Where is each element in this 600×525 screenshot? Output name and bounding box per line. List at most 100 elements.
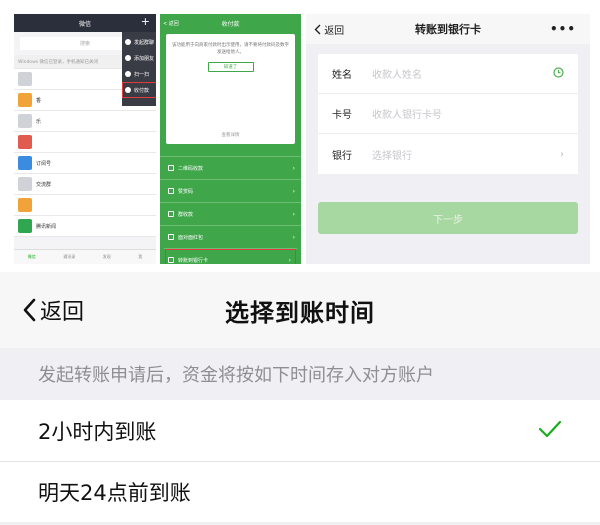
list-item-label: 二维码收款 — [178, 165, 204, 172]
arrival-nav-bar: 返回 选择到账时间 — [0, 272, 600, 348]
clock-icon[interactable] — [553, 66, 564, 81]
tab-me[interactable]: 我 — [138, 254, 142, 260]
scan-icon — [125, 71, 131, 77]
menu-item-label: 添加朋友 — [134, 55, 155, 62]
avatar — [18, 114, 32, 128]
chevron-right-icon: › — [292, 210, 295, 218]
qr-icon — [168, 165, 174, 171]
checkmark-icon — [538, 420, 562, 438]
menu-item-group-chat[interactable]: 发起群聊 — [122, 34, 156, 50]
tab-chats[interactable]: 微信 — [28, 254, 36, 260]
card-number-label: 卡号 — [332, 110, 352, 121]
chat-name: 交流群 — [36, 181, 52, 188]
next-step-button[interactable]: 下一步 — [318, 202, 578, 234]
chat-name: 订阅号 — [36, 160, 52, 167]
menu-item-label: 扫一扫 — [134, 71, 150, 78]
security-notice: 该功能用于向商家付款时出示使用，请不要将付款码及数字发送给他人。 — [172, 43, 289, 55]
chevron-right-icon: › — [292, 233, 295, 241]
transfer-form: 姓名 收款人姓名 卡号 收款人银行卡号 银行 选择银行 › — [318, 54, 578, 174]
card-number-input[interactable]: 收款人银行卡号 — [372, 106, 442, 121]
chat-icon — [125, 39, 131, 45]
back-button[interactable]: 返回 — [314, 22, 344, 37]
menu-item-label: 发起群聊 — [134, 39, 155, 46]
chevron-right-icon: › — [288, 256, 291, 264]
payment-code-card: 该功能用于向商家付款时出示使用，请不要将付款码及数字发送给他人。 知道了 查看详… — [166, 34, 295, 144]
more-icon[interactable]: ••• — [550, 22, 576, 36]
plus-dropdown-menu: 发起群聊 添加朋友 扫一扫 收付款 — [122, 32, 156, 106]
bank-label: 银行 — [332, 150, 352, 162]
page-title: 选择到账时间 — [225, 298, 375, 327]
list-item-label: 面对面红包 — [178, 234, 204, 241]
back-button[interactable]: 返回 — [22, 294, 84, 326]
name-input[interactable]: 收款人姓名 — [372, 66, 422, 81]
chevron-right-icon: › — [292, 187, 295, 195]
name-label: 姓名 — [332, 70, 352, 81]
card-number-field-row: 卡号 收款人银行卡号 — [318, 94, 578, 134]
list-item-qr-receive[interactable]: 二维码收款 › — [160, 156, 301, 179]
option-next-day[interactable]: 明天24点前到账 — [0, 461, 600, 522]
chevron-right-icon: › — [292, 164, 295, 172]
list-item-reward-code[interactable]: 赞赏码 › — [160, 179, 301, 202]
avatar — [18, 93, 32, 107]
add-user-icon — [125, 55, 131, 61]
menu-item-add-friend[interactable]: 添加朋友 — [122, 50, 156, 66]
reward-icon — [168, 188, 174, 194]
back-label: 返回 — [168, 20, 179, 27]
list-item-group-collect[interactable]: 群收款 › — [160, 202, 301, 225]
avatar — [18, 219, 32, 233]
receive-pay-list: 二维码收款 › 赞赏码 › 群收款 › 面对面红包 › 转账到银行卡 › — [160, 156, 301, 264]
receive-pay-screenshot: < 返回 收付款 该功能用于向商家付款时出示使用，请不要将付款码及数字发送给他人… — [160, 14, 301, 264]
tab-contacts[interactable]: 通讯录 — [63, 254, 75, 260]
receive-pay-header: < 返回 收付款 — [160, 14, 301, 32]
name-field-row: 姓名 收款人姓名 — [318, 54, 578, 94]
chat-row[interactable]: 乐 — [14, 111, 156, 132]
avatar — [18, 198, 32, 212]
tab-discover[interactable]: 发现 — [103, 254, 111, 260]
menu-item-receive-pay[interactable]: 收付款 — [122, 82, 156, 98]
chevron-left-icon — [314, 24, 321, 34]
arrival-options: 2小时内到账 明天24点前到账 — [0, 400, 600, 522]
chat-row[interactable] — [14, 195, 156, 216]
chat-list-title: 微信 — [78, 20, 91, 28]
red-packet-icon — [168, 234, 174, 240]
wechat-chat-list-screenshot: 微信 + 搜索 Windows 微信已登录，手机通知已关闭 香 乐 订阅号 交流… — [14, 14, 156, 264]
receive-pay-title: 收付款 — [221, 20, 240, 28]
avatar — [18, 177, 32, 191]
list-item-transfer-to-bank[interactable]: 转账到银行卡 › — [164, 248, 297, 264]
chat-row[interactable]: 腾讯新闻 — [14, 216, 156, 237]
plus-icon[interactable]: + — [141, 16, 150, 28]
chevron-left-icon — [23, 298, 36, 322]
chat-row[interactable]: 订阅号 — [14, 153, 156, 174]
arrival-hint: 发起转账申请后，资金将按如下时间存入对方账户 — [38, 365, 434, 386]
list-item-label: 转账到银行卡 — [178, 257, 209, 264]
option-label: 明天24点前到账 — [38, 481, 191, 505]
transfer-header: 返回 转账到银行卡 ••• — [306, 14, 590, 44]
menu-item-scan[interactable]: 扫一扫 — [122, 66, 156, 82]
avatar — [18, 72, 32, 86]
back-button[interactable]: < 返回 — [163, 20, 179, 27]
reference-screenshots: 微信 + 搜索 Windows 微信已登录，手机通知已关闭 香 乐 订阅号 交流… — [0, 0, 600, 272]
list-item-label: 赞赏码 — [178, 188, 194, 195]
avatar — [18, 135, 32, 149]
list-item-face-to-face-red-packet[interactable]: 面对面红包 › — [160, 225, 301, 248]
list-item-label: 群收款 — [178, 211, 194, 218]
view-details-link[interactable]: 查看详情 — [166, 132, 295, 138]
chat-row[interactable]: 交流群 — [14, 174, 156, 195]
bank-card-icon — [168, 257, 174, 263]
back-label: 返回 — [40, 300, 85, 325]
chat-name: 乐 — [36, 118, 42, 125]
bank-field-row[interactable]: 银行 选择银行 › — [318, 134, 578, 174]
chat-name: 香 — [36, 97, 42, 104]
chat-name: 腾讯新闻 — [36, 223, 57, 230]
chat-list-header: 微信 + — [14, 14, 156, 32]
back-label: 返回 — [324, 25, 345, 37]
bank-select[interactable]: 选择银行 — [372, 147, 412, 162]
chat-row[interactable] — [14, 132, 156, 153]
qr-icon — [125, 87, 131, 93]
transfer-title: 转账到银行卡 — [415, 23, 481, 36]
menu-item-label: 收付款 — [134, 87, 150, 94]
option-2-hours[interactable]: 2小时内到账 — [0, 400, 600, 461]
chevron-right-icon: › — [560, 148, 564, 160]
confirm-button[interactable]: 知道了 — [207, 62, 254, 72]
arrival-time-screen: 返回 选择到账时间 发起转账申请后，资金将按如下时间存入对方账户 2小时内到账 … — [0, 272, 600, 525]
